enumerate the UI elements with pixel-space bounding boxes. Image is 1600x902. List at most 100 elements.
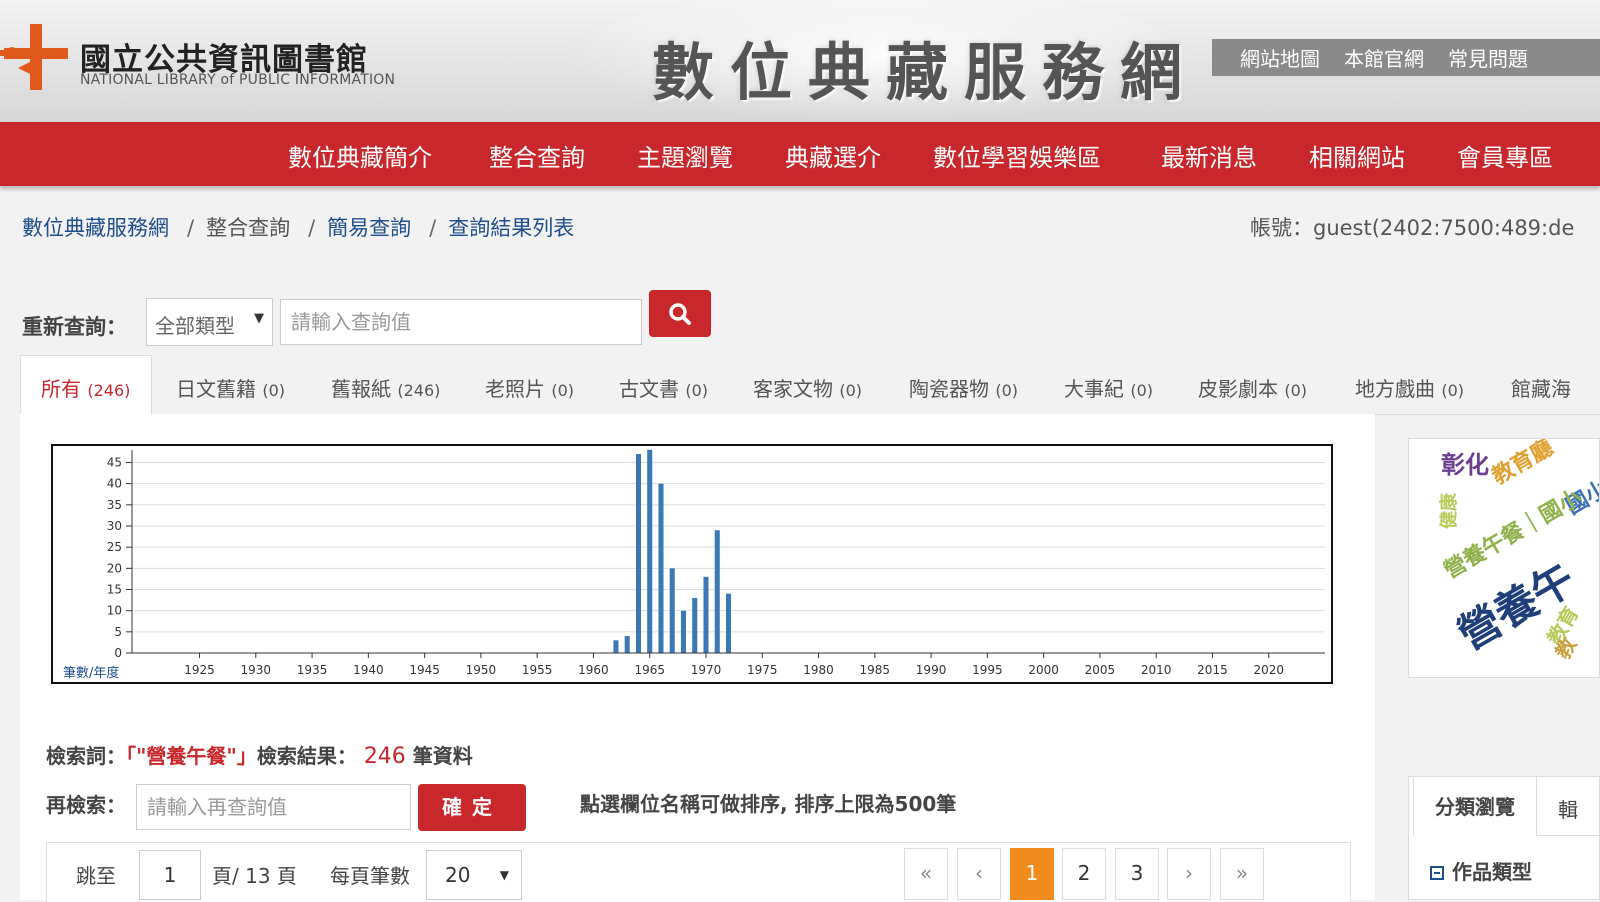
x-tick-label: 2020 [1253,663,1284,677]
logo-title-en[interactable]: NATIONAL LIBRARY of PUBLIC INFORMATION [80,72,395,88]
cloud-word[interactable]: 教育廳 [1485,439,1558,491]
caret-down-icon: ▼ [254,311,264,326]
account-info: 帳號：guest(2402:7500:489:de [1250,216,1575,240]
tab-old-photos[interactable]: 老照片 (0) [485,373,574,402]
search-term-label: 檢索詞： [46,744,126,768]
top-links-bar: 網站地圖 本館官網 常見問題 [1212,39,1600,76]
x-tick-label: 1940 [353,663,384,677]
chart-ylabel: 筆數/年度 [63,665,119,681]
nav-item-collection-picks[interactable]: 典藏選介 [785,138,881,173]
histogram-bar [658,483,664,653]
breadcrumb-home[interactable]: 數位典藏服務網 [22,216,169,240]
breadcrumb-result-list[interactable]: 查詢結果列表 [448,216,574,240]
collapse-icon[interactable] [1430,866,1444,880]
word-cloud: 彰化 教育廳 國小 健康 營養午餐｜國小 營養午 教育 教 [1408,438,1600,678]
result-count: 246 [363,744,406,769]
page-button[interactable]: 3 [1115,848,1159,900]
x-tick-label: 1975 [747,663,778,677]
y-tick-label: 10 [107,604,122,618]
facet-work-type[interactable]: 作品類型 [1430,856,1532,885]
nav-item-news[interactable]: 最新消息 [1161,138,1257,173]
y-tick-label: 25 [107,540,122,554]
histogram-bar [692,597,698,653]
y-tick-label: 15 [107,582,122,596]
x-tick-label: 2000 [1028,663,1059,677]
x-tick-label: 2015 [1197,663,1228,677]
type-select[interactable]: 全部類型 ▼ [146,298,273,346]
last-page-button[interactable]: » [1220,848,1264,900]
page-button[interactable]: 1 [1010,848,1054,900]
tab-side-second[interactable]: 輯 [1558,794,1578,823]
jump-label: 跳至 [76,864,116,888]
next-page-button[interactable]: › [1167,848,1211,900]
x-tick-label: 1950 [466,663,497,677]
refine-search-label: 再檢索： [46,793,126,817]
cloud-word[interactable]: 健康 [1435,493,1461,529]
nav-item-learning-zone[interactable]: 數位學習娛樂區 [933,138,1101,173]
per-page-select[interactable]: 20 ▼ [426,850,522,900]
tab-category-browse[interactable]: 分類瀏覽 [1413,776,1537,836]
x-tick-label: 1965 [634,663,665,677]
year-histogram: 0 5 10 15 20 25 30 35 40 45 1925 1930 1935 1940 1945 19… [63,449,1325,681]
prev-page-button[interactable]: ‹ [957,848,1001,900]
nav-item-topic-browse[interactable]: 主題瀏覽 [637,138,733,173]
sitemap-link[interactable]: 網站地圖 [1240,43,1320,72]
tab-collection-sea[interactable]: 館藏海 [1511,373,1571,402]
tab-japanese-books[interactable]: 日文舊籍 (0) [176,373,285,402]
search-button[interactable] [649,290,711,337]
y-tick-label: 30 [107,519,122,533]
first-page-button[interactable]: « [904,848,948,900]
site-title: 數位典藏服務網 [652,36,1199,109]
confirm-button[interactable]: 確定 [418,784,526,831]
histogram-bar [613,640,619,653]
side-tab-divider [1537,835,1600,836]
caret-down-icon: ▼ [499,868,509,882]
y-tick-label: 35 [107,498,122,512]
tab-chronicle[interactable]: 大事紀 (0) [1064,373,1153,402]
official-site-link[interactable]: 本館官網 [1344,43,1424,72]
nav-item-related-sites[interactable]: 相關網站 [1309,138,1405,173]
x-tick-label: 1925 [184,663,215,677]
main-nav: 數位典藏簡介 整合查詢 主題瀏覽 典藏選介 數位學習娛樂區 最新消息 相關網站 … [0,122,1600,186]
requery-label: 重新查詢： [22,315,127,339]
tab-hakka-artifacts[interactable]: 客家文物 (0) [753,373,862,402]
histogram-bar [647,449,653,653]
query-input[interactable] [280,299,642,345]
breadcrumb-simple-search[interactable]: 簡易查詢 [327,216,411,240]
type-select-value: 全部類型 [155,314,235,338]
page-number-input[interactable]: 1 [139,850,201,900]
page-button[interactable]: 2 [1062,848,1106,900]
histogram-bar [703,576,709,653]
refine-search-input[interactable] [136,784,411,830]
nav-item-intro[interactable]: 數位典藏簡介 [288,138,432,173]
result-summary: 檢索詞：「"營養午餐"」檢索結果： 246 筆資料 [46,740,473,769]
breadcrumb: 數位典藏服務網 / 整合查詢 / 簡易查詢 / 查詢結果列表 [22,216,575,240]
nav-item-member-area[interactable]: 會員專區 [1457,138,1553,173]
y-tick-label: 0 [114,646,122,660]
cloud-word[interactable]: 彰化 [1441,445,1489,480]
histogram-bar [624,636,630,653]
tab-shadow-puppet-scripts[interactable]: 皮影劇本 (0) [1198,373,1307,402]
x-tick-label: 1980 [803,663,834,677]
x-tick-label: 1935 [297,663,328,677]
result-count-label: 檢索結果： [256,744,357,768]
nav-item-integrated-search[interactable]: 整合查詢 [489,138,585,173]
x-tick-label: 1930 [241,663,272,677]
facet-label: 作品類型 [1452,860,1532,884]
tab-all[interactable]: 所有 (246) [41,373,130,402]
faq-link[interactable]: 常見問題 [1448,43,1528,72]
library-logo-icon[interactable] [0,22,72,92]
histogram-bar [635,454,641,653]
tab-local-opera[interactable]: 地方戲曲 (0) [1355,373,1464,402]
histogram-bar [714,530,720,653]
search-term: 「"營養午餐"」 [126,744,257,768]
x-tick-label: 1985 [860,663,891,677]
per-page-value: 20 [445,863,471,887]
y-tick-label: 5 [114,625,122,639]
tab-old-newspapers[interactable]: 舊報紙 (246) [331,373,440,402]
y-tick-label: 20 [107,561,122,575]
tab-ancient-documents[interactable]: 古文書 (0) [619,373,708,402]
x-tick-label: 2005 [1085,663,1116,677]
tab-ceramics[interactable]: 陶瓷器物 (0) [909,373,1018,402]
y-tick-label: 45 [107,455,122,469]
